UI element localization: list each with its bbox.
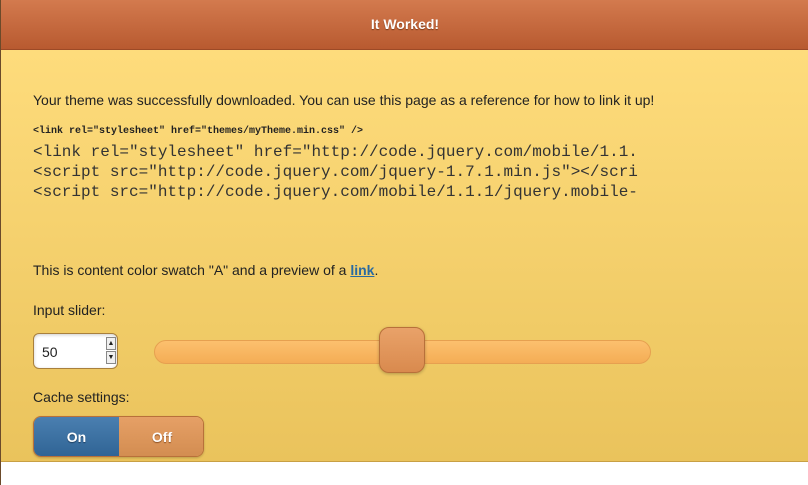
slider-handle[interactable] (379, 327, 425, 373)
header-bar: It Worked! (1, 0, 808, 50)
cache-toggle[interactable]: On Off (33, 416, 204, 457)
toggle-off-option[interactable]: Off (119, 417, 203, 456)
page-frame: It Worked! Your theme was successfully d… (0, 0, 808, 485)
spin-down-icon[interactable]: ▼ (106, 351, 116, 364)
spin-up-icon[interactable]: ▲ (106, 337, 116, 350)
number-spinner[interactable]: ▲ ▼ (106, 337, 116, 365)
toggle-on-option[interactable]: On (34, 417, 119, 456)
bottom-margin (1, 462, 808, 485)
cache-settings-label: Cache settings: (33, 389, 130, 405)
swatch-text: This is content color swatch "A" and a p… (33, 262, 378, 278)
intro-text: Your theme was successfully downloaded. … (33, 92, 655, 108)
slider-label: Input slider: (33, 302, 106, 318)
code-line-jqm-css: <link rel="stylesheet" href="http://code… (33, 143, 638, 161)
slider-number-input[interactable]: 50 ▲ ▼ (33, 333, 118, 369)
page-title: It Worked! (370, 16, 440, 32)
theme-link-code: <link rel="stylesheet" href="themes/myTh… (33, 126, 364, 137)
code-line-jquery-js: <script src="http://code.jquery.com/jque… (33, 163, 638, 181)
swatch-text-after: . (374, 262, 379, 278)
slider-value[interactable]: 50 (42, 344, 58, 360)
swatch-text-before: This is content color swatch "A" and a p… (33, 262, 351, 278)
code-line-jqm-js: <script src="http://code.jquery.com/mobi… (33, 183, 638, 201)
preview-link[interactable]: link (350, 262, 374, 278)
